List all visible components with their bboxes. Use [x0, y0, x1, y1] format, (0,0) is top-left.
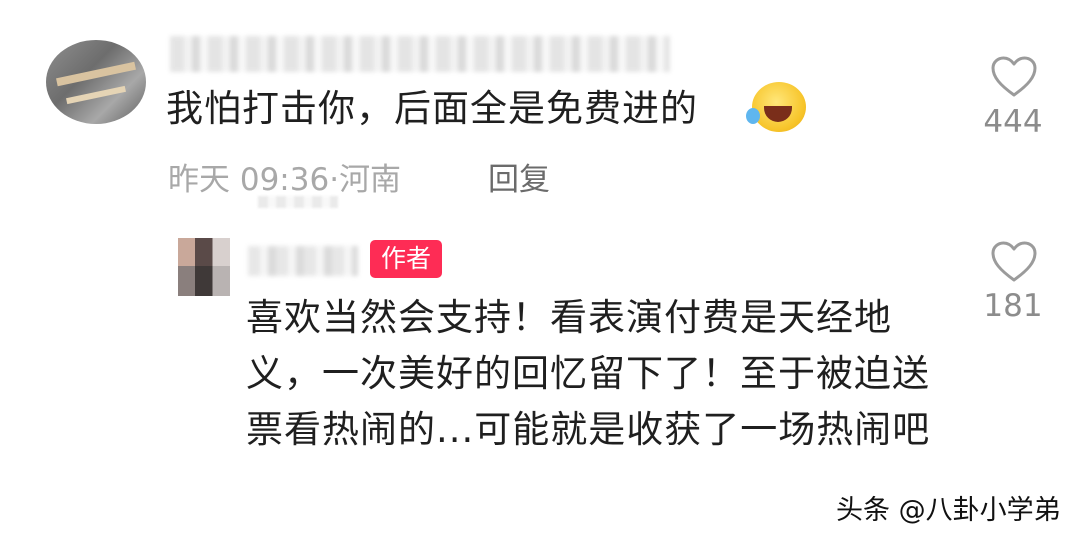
commenter-avatar[interactable]	[46, 40, 146, 124]
like-count: 444	[983, 104, 1043, 140]
comment-meta: 昨天 09:36·河南	[168, 162, 402, 198]
author-badge: 作者	[370, 240, 443, 278]
comment-time: 昨天 09:36	[168, 162, 330, 198]
reply-text: 喜欢当然会支持！看表演付费是天经地义，一次美好的回忆留下了！至于被迫送票看热闹的…	[246, 296, 931, 451]
like-heart-icon[interactable]	[990, 55, 1038, 99]
comment-text: 我怕打击你，后面全是免费进的	[166, 87, 698, 130]
blurred-fragment	[258, 196, 338, 208]
reply-button[interactable]: 回复	[488, 154, 550, 199]
watermark: 头条 @八卦小学弟	[836, 495, 1061, 526]
comment-location: 河南	[339, 162, 402, 198]
author-avatar[interactable]	[178, 238, 230, 296]
laughing-emoji-icon	[746, 82, 806, 132]
blurred-username	[170, 36, 670, 72]
like-heart-icon[interactable]	[990, 240, 1038, 284]
blurred-author-name	[248, 246, 358, 276]
like-count: 181	[983, 288, 1043, 324]
